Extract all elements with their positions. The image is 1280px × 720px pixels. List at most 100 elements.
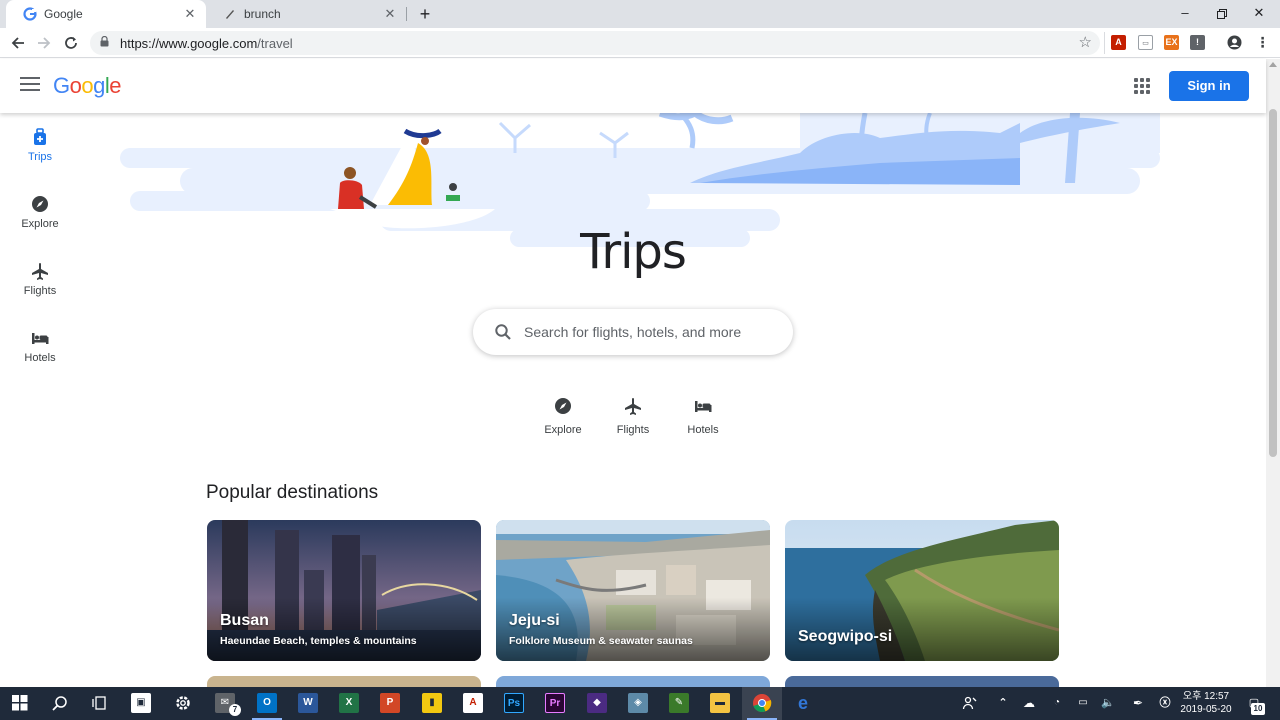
status-x-icon[interactable]: ⓧ	[1155, 693, 1175, 713]
settings-gear-icon[interactable]	[173, 693, 193, 713]
destination-name: Jeju-si	[509, 612, 560, 629]
sidebar-item-label: Trips	[27, 151, 53, 163]
destination-card-partial[interactable]	[785, 676, 1059, 687]
notification-count-badge: 10	[1251, 703, 1265, 715]
profile-avatar-icon[interactable]	[1227, 35, 1242, 50]
scroll-up-arrow-icon[interactable]	[1269, 62, 1277, 67]
reload-icon[interactable]	[60, 32, 82, 54]
clock-date: 2019-05-20	[1180, 704, 1232, 715]
people-icon[interactable]	[960, 693, 980, 713]
taskbar-search-icon[interactable]	[50, 693, 70, 713]
destination-card-jeju-si[interactable]: Jeju-si Folklore Museum & seawater sauna…	[496, 520, 770, 661]
file-explorer-icon[interactable]: ▬	[710, 693, 730, 713]
volume-icon[interactable]: 🔈	[1098, 693, 1118, 713]
chrome-icon[interactable]	[752, 693, 772, 713]
destination-description: Haeundae Beach, temples & mountains	[220, 635, 417, 647]
acrobat-icon[interactable]: A	[463, 693, 483, 713]
google-favicon-icon	[22, 6, 38, 22]
info-extension-icon[interactable]: !	[1190, 35, 1205, 50]
destination-card-seogwipo-si[interactable]: Seogwipo-si	[785, 520, 1059, 661]
bed-icon	[695, 401, 712, 412]
visual-studio-icon[interactable]: ◆	[587, 693, 607, 713]
browser-tab-google[interactable]: Google ✕	[6, 0, 206, 28]
internet-explorer-icon[interactable]: e	[793, 693, 813, 713]
scrollbar-thumb[interactable]	[1269, 109, 1277, 457]
logo-letter: o	[81, 73, 94, 98]
compass-icon	[32, 196, 48, 212]
close-icon[interactable]: ✕	[1241, 0, 1277, 28]
cast-extension-icon[interactable]: ▭	[1138, 35, 1153, 50]
browser-tabstrip: Google ✕ brunch ✕ + – ✕	[0, 0, 1280, 28]
browser-tab-brunch[interactable]: brunch ✕	[206, 0, 406, 28]
hamburger-menu-icon[interactable]	[20, 77, 40, 93]
minimize-icon[interactable]: –	[1167, 0, 1203, 28]
sidebar-item-hotels[interactable]: Hotels	[0, 314, 80, 374]
destination-card-busan[interactable]: Busan Haeundae Beach, temples & mountain…	[207, 520, 481, 661]
powerbi-icon[interactable]: ▮	[422, 693, 442, 713]
tab-divider	[406, 7, 407, 21]
premiere-icon[interactable]: Pr	[545, 693, 565, 713]
back-arrow-icon[interactable]	[7, 32, 29, 54]
search-input[interactable]	[524, 324, 764, 340]
google-logo[interactable]: Google	[53, 73, 122, 99]
popular-destinations-heading: Popular destinations	[206, 482, 379, 503]
destination-card-partial[interactable]	[496, 676, 770, 687]
tab-close-icon[interactable]: ✕	[182, 6, 198, 22]
store-icon[interactable]: ▣	[131, 693, 151, 713]
powerpoint-icon[interactable]: P	[380, 693, 400, 713]
quick-link-explore[interactable]: Explore	[528, 396, 598, 436]
browser-menu-icon[interactable]: ⋮	[1255, 35, 1270, 50]
outlook-icon[interactable]: O	[257, 693, 277, 713]
url-text: https://www.google.com/travel	[120, 36, 293, 51]
sidebar-item-label: Hotels	[24, 352, 56, 364]
url-host: https://www.google.com	[120, 35, 258, 51]
search-icon	[495, 324, 511, 340]
logo-letter: g	[93, 73, 105, 98]
search-box[interactable]	[473, 309, 793, 355]
page-title: Trips	[580, 224, 687, 280]
sign-in-button[interactable]: Sign in	[1169, 71, 1249, 101]
compass-icon	[555, 398, 571, 414]
task-view-icon[interactable]	[90, 693, 110, 713]
pen-workspace-icon[interactable]: ✒	[1128, 693, 1148, 713]
address-bar[interactable]: https://www.google.com/travel ☆	[90, 31, 1100, 55]
quick-link-hotels[interactable]: Hotels	[668, 396, 738, 436]
quick-link-label: Flights	[616, 424, 650, 436]
tray-chevron-up-icon[interactable]: ⌃	[993, 693, 1013, 713]
battery-icon[interactable]: ▭	[1073, 693, 1093, 713]
quick-link-label: Hotels	[687, 424, 719, 436]
tab-close-icon[interactable]: ✕	[382, 6, 398, 22]
pen-favicon-icon	[222, 6, 238, 22]
quick-link-flights[interactable]: Flights	[598, 396, 668, 436]
logo-letter: e	[109, 73, 122, 98]
bed-icon	[32, 333, 49, 344]
sidebar-item-trips[interactable]: Trips	[0, 113, 80, 173]
ex-extension-icon[interactable]: EX	[1164, 35, 1179, 50]
forward-arrow-icon[interactable]	[33, 32, 55, 54]
acrobat-extension-icon[interactable]: A	[1111, 35, 1126, 50]
clock[interactable]: 오후 12:57 2019-05-20	[1178, 690, 1234, 716]
destination-card-partial[interactable]	[207, 676, 481, 687]
onedrive-cloud-icon[interactable]: ☁	[1019, 693, 1039, 713]
mail-badge: 7	[229, 704, 241, 716]
word-icon[interactable]: W	[298, 693, 318, 713]
quick-link-label: Explore	[544, 424, 582, 436]
maximize-icon[interactable]	[1204, 0, 1240, 28]
bookmark-star-icon[interactable]: ☆	[1079, 33, 1092, 51]
windows-taskbar: ▣ ✉ 7 O W X P ▮ A Ps Pr ◆ ◈ ✎ ▬ e ⌃ ☁ ◔ …	[0, 687, 1280, 720]
notepad-icon[interactable]: ✎	[669, 693, 689, 713]
page-scrollbar[interactable]	[1266, 59, 1280, 687]
clock-time: 오후 12:57	[1182, 691, 1230, 702]
photoshop-icon[interactable]: Ps	[504, 693, 524, 713]
google-apps-icon[interactable]	[1134, 78, 1150, 94]
airplane-icon	[625, 398, 641, 415]
logo-letter: o	[69, 73, 82, 98]
windows-start-icon[interactable]	[10, 693, 30, 713]
destination-description: Folklore Museum & seawater saunas	[509, 635, 693, 647]
app-header: Google Sign in	[0, 59, 1266, 113]
excel-icon[interactable]: X	[339, 693, 359, 713]
wifi-icon[interactable]: ◔	[1047, 693, 1067, 713]
new-tab-button[interactable]: +	[414, 3, 436, 25]
toolbar-divider	[1104, 32, 1105, 54]
photos-icon[interactable]: ◈	[628, 693, 648, 713]
